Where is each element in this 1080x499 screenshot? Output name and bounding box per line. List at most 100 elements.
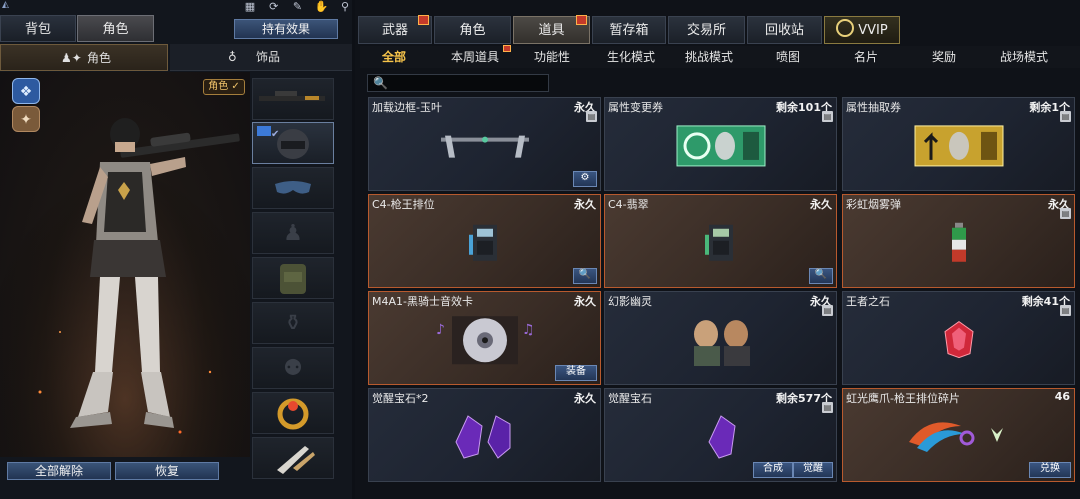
trash-icon[interactable]: ▤ [822,305,833,316]
category-weapons[interactable]: 武器 [358,15,432,44]
filter-all[interactable]: 全部 [372,49,416,65]
slot-grenade[interactable]: ⚱ [252,302,334,344]
gift-icon [503,45,511,52]
trash-icon[interactable]: ▤ [1060,208,1071,219]
item-card[interactable]: 幻影幽灵 永久 ▤ [604,291,837,385]
synthesize-button[interactable]: 合成 [753,462,793,478]
subtab-role-label: 角色 [87,51,112,65]
item-card[interactable]: 属性抽取券 剩余1个 ▤ [842,97,1075,191]
helmet-icon: ✔ [257,126,309,159]
inspect-button[interactable]: 🔍 [573,268,597,284]
category-storage-label: 暂存箱 [609,23,649,38]
trash-icon[interactable]: ▤ [586,111,597,122]
slot-backpack[interactable] [252,257,334,299]
trash-icon[interactable]: ▤ [822,402,833,413]
svg-text:♪: ♪ [436,322,445,338]
slot-helmet[interactable]: ✔ [252,122,334,164]
item-card[interactable]: 加载边框-玉叶 永久 ▤ ⚙ [368,97,601,191]
item-card[interactable]: 觉醒宝石 剩余577个 ▤ 合成 觉醒 [604,388,837,482]
filter-weekly[interactable]: 本周道具 [446,49,504,65]
item-duration: 永久 [574,392,596,405]
filter-spray[interactable]: 喷图 [768,49,808,65]
magnifier-icon: 🔍 [814,269,828,280]
eagle-emblem-icon[interactable]: ✦ [12,106,40,132]
trash-icon[interactable]: ▤ [822,111,833,122]
item-name: 王者之石 [846,295,890,308]
smoke-grenade-icon [951,222,966,262]
holding-effect-button[interactable]: 持有效果 [234,19,338,39]
frame-icon [440,135,529,158]
filter-challenge[interactable]: 挑战模式 [683,49,735,65]
item-card[interactable]: 属性变更券 剩余101个 ▤ [604,97,837,191]
settings-button[interactable]: ⚙ [573,171,597,187]
category-role[interactable]: 角色 [434,16,511,44]
item-name: 属性变更券 [608,101,663,114]
brush-icon[interactable]: ✎ [291,0,305,14]
item-name: 虹光鹰爪-枪王排位碎片 [846,392,960,405]
trash-icon[interactable]: ▤ [1060,111,1071,122]
magnifier-icon: 🔍 [578,269,592,280]
bag-icon[interactable]: ⚲ [338,0,352,14]
item-name: 幻影幽灵 [608,295,652,308]
filter-functional[interactable]: 功能性 [530,49,574,65]
svg-text:✔: ✔ [271,129,279,140]
equip-button[interactable]: 装备 [555,365,597,381]
tab-backpack[interactable]: 背包 [0,15,76,42]
search-input[interactable] [388,75,550,93]
slot-body[interactable]: ♟ [252,212,334,254]
item-name: 觉醒宝石 [608,392,652,405]
item-card[interactable]: 觉醒宝石*2 永久 [368,388,601,482]
item-duration: 永久 [574,295,596,308]
item-duration: 永久 [810,198,832,211]
category-storage[interactable]: 暂存箱 [592,16,666,44]
item-name: C4-翡翠 [608,198,649,211]
ticket-green-icon [676,125,765,167]
slot-knife[interactable] [252,437,334,479]
gift-icon[interactable]: ▦ [243,0,257,14]
slot-mine[interactable]: ⚉ [252,347,334,389]
item-card[interactable]: 彩虹烟雾弹 永久 ▤ [842,194,1075,288]
slot-rifle[interactable] [252,78,334,120]
inspect-button[interactable]: 🔍 [809,268,833,284]
slot-goggles[interactable] [252,167,334,209]
unequip-all-button[interactable]: 全部解除 [7,462,111,480]
wing-emblem-icon[interactable]: ❖ [12,78,40,104]
subtab-role[interactable]: ♟✦ 角色 [0,44,168,71]
category-vvip[interactable]: VVIP [824,16,900,44]
knife-icon [277,446,315,474]
role-icon: ♟✦ [61,51,82,65]
item-card[interactable]: 虹光鹰爪-枪王排位碎片 46 兑换 [842,388,1075,482]
slot-ring[interactable] [252,392,334,434]
category-exchange[interactable]: 交易所 [668,16,745,44]
category-vvip-label: VVIP [858,23,888,38]
item-name: 属性抽取券 [846,101,901,114]
exchange-button[interactable]: 兑换 [1029,462,1071,478]
item-card[interactable]: 王者之石 剩余41个 ▤ [842,291,1075,385]
item-card[interactable]: M4A1-黑骑士音效卡 永久 ♪ ♫ 装备 [368,291,601,385]
category-recycle[interactable]: 回收站 [747,16,822,44]
karambit-icon [908,422,1003,452]
category-exchange-label: 交易所 [686,23,726,38]
category-role-label: 角色 [459,23,486,38]
filter-zombie[interactable]: 生化模式 [605,49,657,65]
item-card[interactable]: C4-枪王排位 永久 🔍 [368,194,601,288]
awaken-button[interactable]: 觉醒 [793,462,833,478]
refresh-icon[interactable]: ⟳ [267,0,281,14]
restore-button[interactable]: 恢复 [115,462,219,480]
c4-icon [468,224,497,261]
category-items[interactable]: 道具 [513,15,590,44]
red-stone-icon [943,320,974,359]
body-placeholder-icon: ♟ [283,221,303,246]
search-icon: 🔍 [373,76,388,90]
trash-icon[interactable]: ▤ [1060,305,1071,316]
tab-role[interactable]: 角色 [77,15,154,42]
search-box[interactable]: 🔍 [367,74,550,93]
hand-icon[interactable]: ✋ [314,0,328,14]
gear-icon: ⚙ [580,172,590,183]
filter-namecard[interactable]: 名片 [846,49,886,65]
filter-battlefield[interactable]: 战场模式 [995,49,1053,65]
subtab-accessory[interactable]: ♁ 饰品 [170,44,352,71]
role-badge[interactable]: 角色 ✓ [203,79,245,95]
filter-reward[interactable]: 奖励 [924,49,964,65]
item-card[interactable]: C4-翡翠 永久 🔍 [604,194,837,288]
